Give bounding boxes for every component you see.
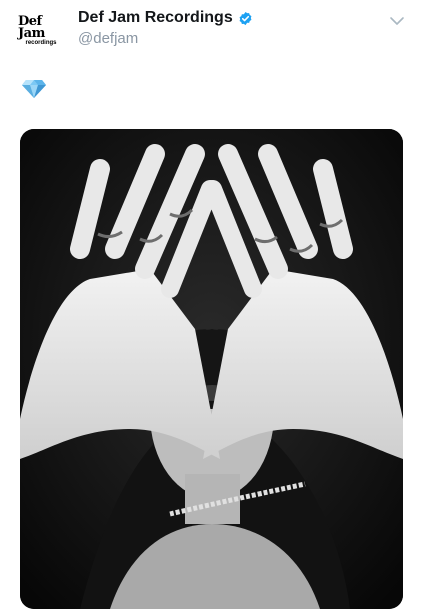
tweet: Def Jam recordings Def Jam Recordings @d… <box>0 0 422 609</box>
avatar-logo-top: Def Jam <box>18 13 45 41</box>
chevron-down-icon[interactable] <box>388 12 406 30</box>
gem-icon <box>22 80 46 98</box>
verified-badge-icon <box>238 11 253 26</box>
display-name[interactable]: Def Jam Recordings <box>78 9 233 27</box>
avatar-logo-bottom: recordings <box>25 39 57 46</box>
name-row: Def Jam Recordings <box>78 9 253 27</box>
handle[interactable]: @defjam <box>78 30 138 47</box>
tweet-photo[interactable] <box>20 129 403 609</box>
tweet-text <box>22 79 46 99</box>
avatar[interactable]: Def Jam recordings <box>18 8 64 54</box>
